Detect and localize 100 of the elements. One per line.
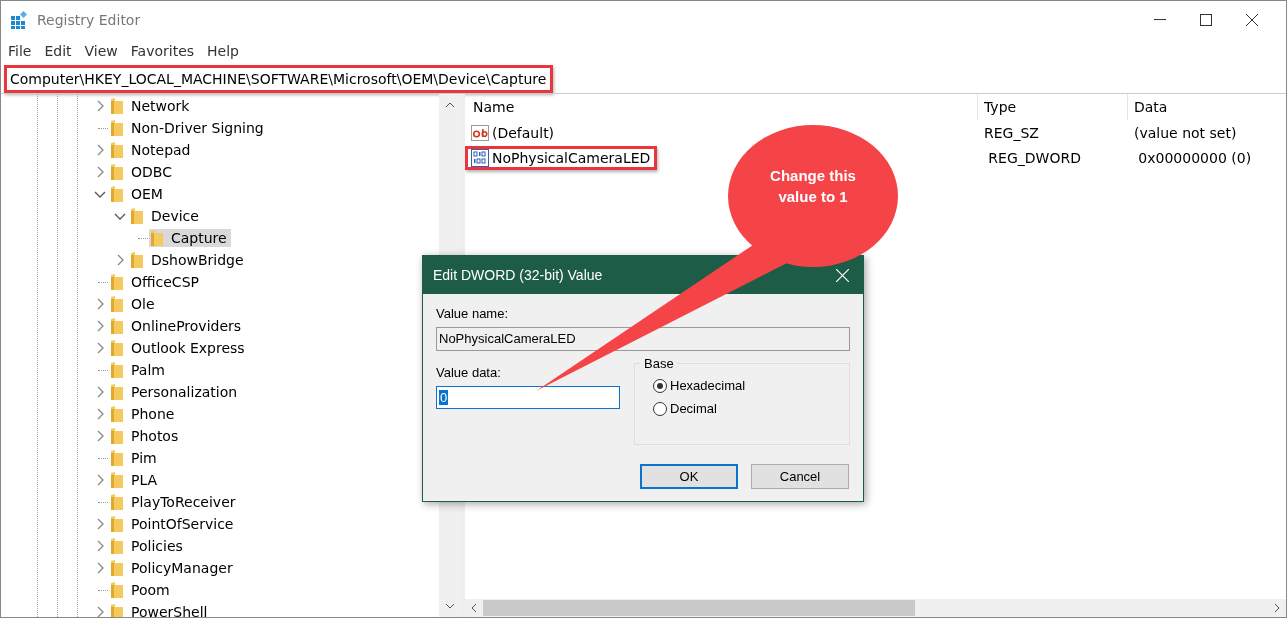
- maximize-icon[interactable]: [1200, 14, 1212, 26]
- table-cell-text: REG_DWORD: [987, 149, 1082, 166]
- folder-icon: [131, 208, 143, 224]
- value-name-field[interactable]: NoPhysicalCameraLED: [436, 327, 850, 351]
- ok-button[interactable]: OK: [640, 464, 738, 489]
- table-cell-text: 0x00000000 (0): [1137, 149, 1253, 166]
- folder-icon: [111, 120, 123, 136]
- column-header[interactable]: Type: [978, 94, 1128, 120]
- table-cell[interactable]: NoPhysicalCameraLED: [465, 145, 658, 170]
- menu-item[interactable]: Favorites: [130, 43, 195, 59]
- column-header[interactable]: Data: [1128, 94, 1286, 120]
- tree-item[interactable]: OnlineProviders: [109, 317, 246, 335]
- column-header[interactable]: Name: [465, 94, 978, 120]
- registry-icon: [11, 11, 29, 29]
- tree-item[interactable]: PointOfService: [109, 515, 238, 533]
- scroll-left-icon[interactable]: [471, 603, 477, 613]
- minimize-icon[interactable]: [1154, 19, 1166, 21]
- folder-icon: [111, 406, 123, 422]
- folder-icon: [131, 252, 143, 268]
- folder-icon: [151, 230, 163, 246]
- tree-item[interactable]: OEM: [109, 185, 167, 203]
- tree-item[interactable]: PlayToReceiver: [109, 493, 240, 511]
- tree-item[interactable]: Palm: [109, 361, 169, 379]
- tree-item[interactable]: Personalization: [109, 383, 242, 401]
- chevron-right-icon[interactable]: [96, 540, 104, 552]
- menu-item[interactable]: File: [8, 43, 32, 59]
- tree-item[interactable]: Device: [129, 207, 203, 225]
- tree-item[interactable]: Policies: [109, 537, 187, 555]
- string-value-icon: [471, 124, 489, 141]
- radio-label[interactable]: Decimal: [670, 401, 717, 416]
- tree-item[interactable]: PowerShell: [109, 603, 212, 617]
- tree-item[interactable]: Photos: [109, 427, 183, 445]
- folder-icon: [111, 362, 123, 378]
- folder-icon: [111, 604, 123, 617]
- folder-icon: [111, 516, 123, 532]
- folder-icon: [111, 428, 123, 444]
- folder-icon: [111, 98, 123, 114]
- address-bar[interactable]: Computer\HKEY_LOCAL_MACHINE\SOFTWARE\Microsoft\OEM\Device\Capture: [4, 65, 554, 93]
- menu-item[interactable]: View: [84, 43, 118, 59]
- table-cell-text: (value not set): [1133, 124, 1238, 141]
- chevron-right-icon[interactable]: [116, 254, 124, 266]
- chevron-right-icon[interactable]: [96, 562, 104, 574]
- radio-label[interactable]: Hexadecimal: [670, 378, 746, 393]
- tree-item[interactable]: Network: [109, 97, 194, 115]
- tree-item[interactable]: Capture: [149, 229, 231, 247]
- scroll-down-icon[interactable]: [445, 603, 455, 609]
- folder-icon: [111, 472, 123, 488]
- tree-item[interactable]: Notepad: [109, 141, 195, 159]
- chevron-right-icon[interactable]: [96, 144, 104, 156]
- scroll-up-icon[interactable]: [445, 102, 455, 108]
- value-data-label: Value data:: [436, 365, 502, 380]
- chevron-right-icon[interactable]: [96, 166, 104, 178]
- folder-icon: [111, 142, 123, 158]
- chevron-right-icon[interactable]: [96, 408, 104, 420]
- chevron-down-icon[interactable]: [94, 190, 106, 198]
- tree-item[interactable]: Pim: [109, 449, 161, 467]
- tree-item[interactable]: PolicyManager: [109, 559, 237, 577]
- chevron-right-icon[interactable]: [96, 100, 104, 112]
- chevron-right-icon[interactable]: [96, 386, 104, 398]
- tree-item[interactable]: ODBC: [109, 163, 176, 181]
- radio-button[interactable]: [653, 401, 667, 416]
- value-name-label: Value name:: [436, 306, 510, 321]
- tree-item[interactable]: Phone: [109, 405, 179, 423]
- tree-item[interactable]: Non-Driver Signing: [109, 119, 268, 137]
- folder-icon: [111, 186, 123, 202]
- window-title: Registry Editor: [37, 12, 141, 28]
- tree-item[interactable]: DshowBridge: [129, 251, 248, 269]
- base-label: Base: [641, 356, 677, 371]
- tree-item[interactable]: OfficeCSP: [109, 273, 203, 291]
- cancel-button[interactable]: Cancel: [751, 464, 849, 489]
- radio-button[interactable]: [653, 378, 667, 393]
- folder-icon: [111, 582, 123, 598]
- chevron-right-icon[interactable]: [96, 474, 104, 486]
- menu-item[interactable]: Edit: [44, 43, 72, 59]
- folder-icon: [111, 494, 123, 510]
- tree-item[interactable]: Poom: [109, 581, 174, 599]
- chevron-right-icon[interactable]: [96, 298, 104, 310]
- chevron-right-icon[interactable]: [96, 430, 104, 442]
- scroll-right-icon[interactable]: [1274, 603, 1280, 613]
- chevron-right-icon[interactable]: [96, 342, 104, 354]
- dialog-title: Edit DWORD (32-bit) Value: [433, 267, 603, 283]
- folder-icon: [111, 164, 123, 180]
- tree-item[interactable]: PLA: [109, 471, 162, 489]
- chevron-right-icon[interactable]: [96, 606, 104, 617]
- folder-icon: [111, 384, 123, 400]
- chevron-right-icon[interactable]: [96, 518, 104, 530]
- tree-item[interactable]: Ole: [109, 295, 159, 313]
- chevron-down-icon[interactable]: [114, 212, 126, 220]
- tree-item[interactable]: Outlook Express: [109, 339, 249, 357]
- table-cell-text: REG_SZ: [983, 124, 1040, 141]
- folder-icon: [111, 296, 123, 312]
- callout-text: Change this value to 1: [769, 166, 857, 207]
- close-icon[interactable]: [1246, 14, 1258, 26]
- scrollbar-thumb[interactable]: [483, 600, 915, 616]
- value-data-field[interactable]: 0: [436, 386, 620, 409]
- menu-item[interactable]: Help: [207, 43, 239, 59]
- folder-icon: [111, 318, 123, 334]
- folder-icon: [111, 538, 123, 554]
- chevron-right-icon[interactable]: [96, 320, 104, 332]
- table-cell[interactable]: (Default): [465, 124, 978, 141]
